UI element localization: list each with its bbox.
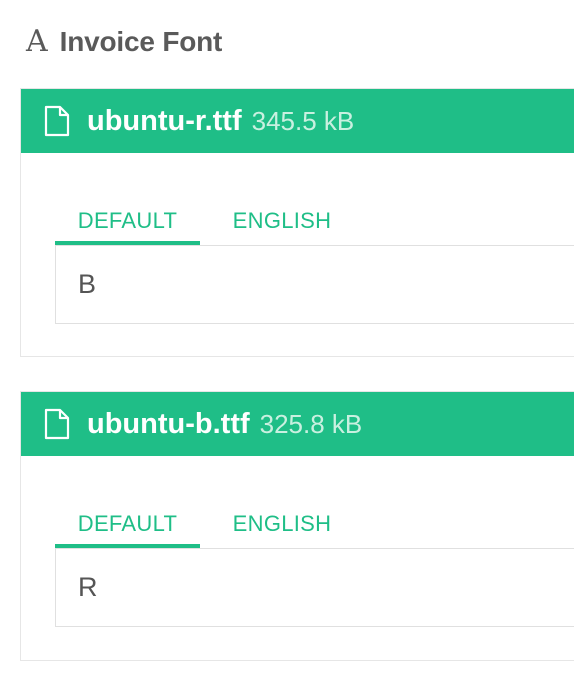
font-file-card: ubuntu-r.ttf 345.5 kB DEFAULT ENGLISH B: [20, 88, 574, 357]
file-icon: [41, 105, 73, 137]
file-header: ubuntu-b.ttf 325.8 kB: [21, 392, 574, 456]
file-size: 345.5 kB: [251, 105, 355, 136]
preview-text-field[interactable]: B: [55, 245, 574, 324]
section-header: A Invoice Font: [26, 22, 222, 62]
section-title: Invoice Font: [59, 26, 223, 57]
tab-bar: DEFAULT ENGLISH: [55, 500, 574, 548]
preview-text-field[interactable]: R: [55, 548, 574, 627]
font-icon: A: [26, 24, 48, 59]
file-size: 325.8 kB: [259, 408, 363, 439]
file-header: ubuntu-r.ttf 345.5 kB: [21, 89, 574, 153]
tab-bar: DEFAULT ENGLISH: [55, 197, 574, 245]
file-name[interactable]: ubuntu-r.ttf: [87, 105, 242, 138]
tab-default[interactable]: DEFAULT: [55, 500, 200, 548]
file-name[interactable]: ubuntu-b.ttf: [87, 408, 250, 441]
tab-english[interactable]: ENGLISH: [200, 197, 364, 245]
font-file-card: ubuntu-b.ttf 325.8 kB DEFAULT ENGLISH R: [20, 391, 574, 661]
tab-default[interactable]: DEFAULT: [55, 197, 200, 245]
file-icon: [41, 408, 73, 440]
tab-english[interactable]: ENGLISH: [200, 500, 364, 548]
